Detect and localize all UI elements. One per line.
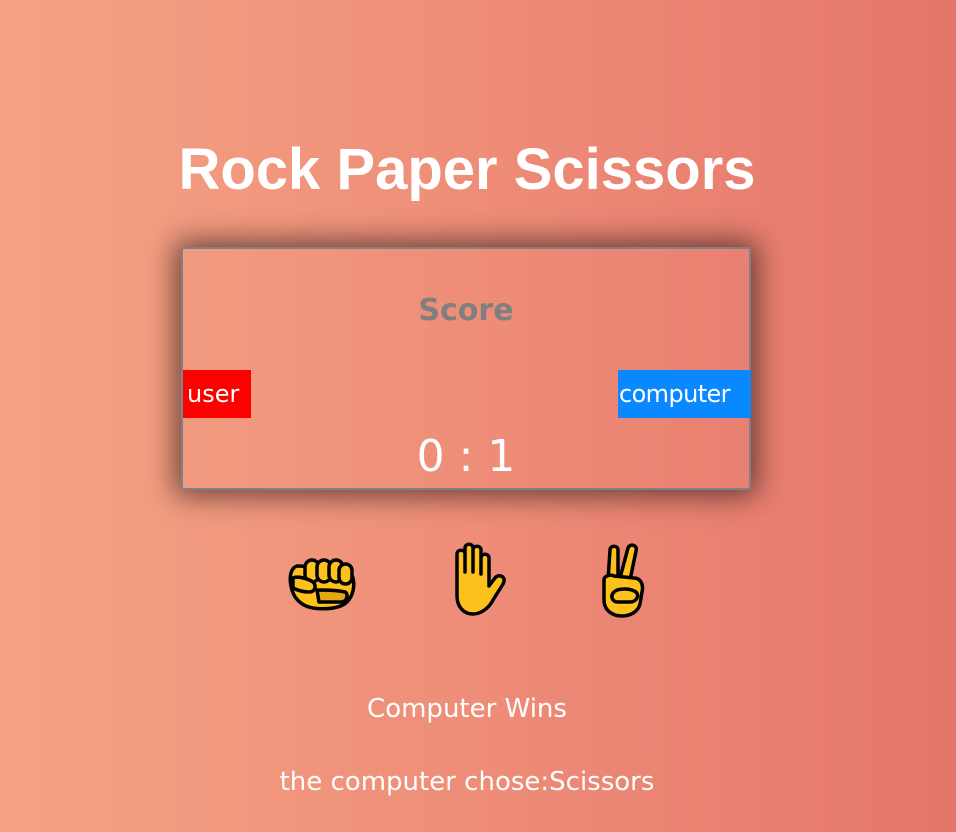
page-title: Rock Paper Scissors xyxy=(178,137,756,202)
computer-choice-text: the computer chose:Scissors xyxy=(279,767,655,797)
paper-button[interactable] xyxy=(435,540,515,620)
result-message: Computer Wins xyxy=(367,694,567,724)
user-badge: user xyxy=(183,370,251,418)
computer-badge: computer xyxy=(618,370,751,418)
fist-icon xyxy=(288,558,356,611)
scissors-button[interactable] xyxy=(584,540,664,620)
victory-hand-icon xyxy=(602,543,645,618)
score-label: Score xyxy=(418,293,514,328)
rock-button[interactable] xyxy=(283,540,363,620)
scoreboard: Score user computer 0 : 1 xyxy=(181,247,751,490)
score-value: 0 : 1 xyxy=(416,431,516,482)
raised-hand-icon xyxy=(455,542,506,616)
